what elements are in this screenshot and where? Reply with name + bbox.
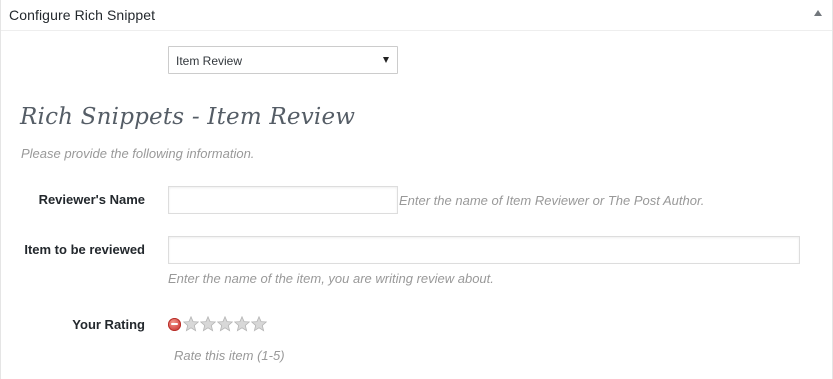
- rating-hint: Rate this item (1-5): [174, 348, 285, 363]
- star-icon[interactable]: [217, 316, 233, 332]
- rich-snippet-metabox: Configure Rich Snippet Item Review Rich …: [0, 0, 833, 379]
- section-description: Please provide the following information…: [21, 146, 255, 161]
- reviewer-name-input[interactable]: [168, 186, 398, 214]
- metabox-header[interactable]: Configure Rich Snippet: [1, 0, 832, 31]
- cancel-rating-icon[interactable]: [168, 317, 181, 331]
- metabox-title: Configure Rich Snippet: [9, 7, 156, 23]
- star-icon[interactable]: [251, 316, 267, 332]
- snippet-type-select[interactable]: Item Review: [168, 46, 398, 74]
- reviewer-name-hint: Enter the name of Item Reviewer or The P…: [399, 193, 705, 208]
- caret-down-icon: [383, 57, 389, 63]
- snippet-type-selected: Item Review: [176, 54, 243, 68]
- section-heading: Rich Snippets - Item Review: [20, 104, 356, 130]
- reviewer-name-label: Reviewer's Name: [38, 192, 145, 207]
- star-rating: [168, 316, 268, 332]
- item-reviewed-label: Item to be reviewed: [24, 242, 145, 257]
- star-icon[interactable]: [183, 316, 199, 332]
- collapse-toggle-icon[interactable]: [814, 10, 822, 16]
- star-icon[interactable]: [200, 316, 216, 332]
- item-reviewed-input[interactable]: [168, 236, 800, 264]
- item-reviewed-hint: Enter the name of the item, you are writ…: [168, 271, 494, 286]
- rating-label: Your Rating: [72, 317, 145, 332]
- star-icon[interactable]: [234, 316, 250, 332]
